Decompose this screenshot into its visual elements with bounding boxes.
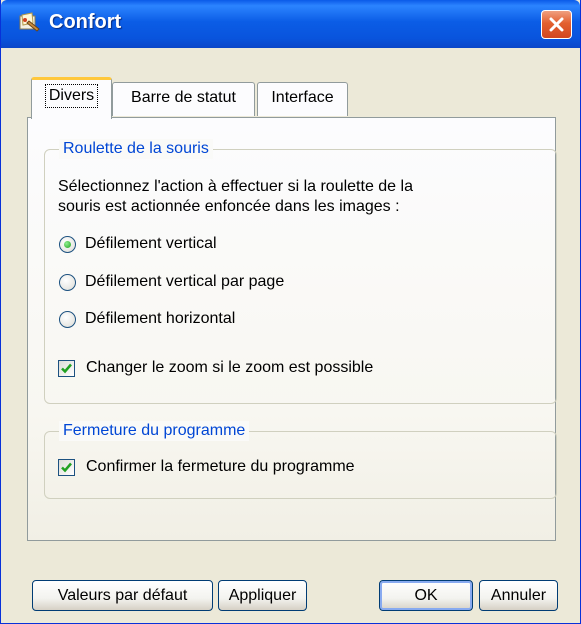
checkbox-confirm-close[interactable] [58, 459, 75, 476]
description-line-1: Sélectionnez l'action à effectuer si la … [58, 178, 413, 195]
radio-vertical-page-scroll[interactable] [59, 274, 76, 291]
checkmark-icon [61, 462, 72, 473]
checkmark-icon [61, 363, 72, 374]
tab-divers[interactable]: Divers [31, 77, 112, 119]
radio-selected-dot [64, 241, 71, 248]
tab-panel-divers: Roulette de la souris Sélectionnez l'act… [27, 117, 557, 541]
apply-button[interactable]: Appliquer [218, 580, 307, 611]
app-icon [19, 12, 40, 32]
radio-vertical-scroll-label[interactable]: Défilement vertical [85, 234, 217, 254]
title-bar[interactable]: Confort [1, 0, 580, 48]
checkbox-confirm-close-label[interactable]: Confirmer la fermeture du programme [86, 457, 355, 477]
ok-button[interactable]: OK [379, 580, 473, 611]
window-title: Confort [49, 11, 122, 33]
default-values-button[interactable]: Valeurs par défaut [32, 580, 213, 611]
close-icon [549, 17, 564, 32]
checkbox-change-zoom-label[interactable]: Changer le zoom si le zoom est possible [86, 358, 373, 378]
tab-interface-label: Interface [271, 89, 334, 106]
dialog-window: Confort Divers Barre de statut Interface… [0, 0, 581, 624]
radio-vertical-page-scroll-label[interactable]: Défilement vertical par page [85, 272, 284, 292]
tab-barre-de-statut[interactable]: Barre de statut [112, 82, 255, 116]
description-line-2: souris est actionnée enfoncée dans les i… [58, 198, 400, 215]
cancel-button[interactable]: Annuler [479, 580, 558, 611]
tab-barre-de-statut-label: Barre de statut [131, 89, 236, 106]
radio-horizontal-scroll[interactable] [59, 311, 76, 328]
radio-vertical-scroll[interactable] [59, 236, 76, 253]
radio-horizontal-scroll-label[interactable]: Défilement horizontal [85, 309, 235, 329]
group-program-close-legend: Fermeture du programme [59, 421, 250, 441]
tab-divers-label: Divers [44, 84, 99, 108]
group-mouse-wheel-legend: Roulette de la souris [59, 139, 213, 159]
tab-interface[interactable]: Interface [257, 82, 348, 116]
checkbox-change-zoom[interactable] [58, 360, 75, 377]
close-button[interactable] [541, 10, 572, 39]
